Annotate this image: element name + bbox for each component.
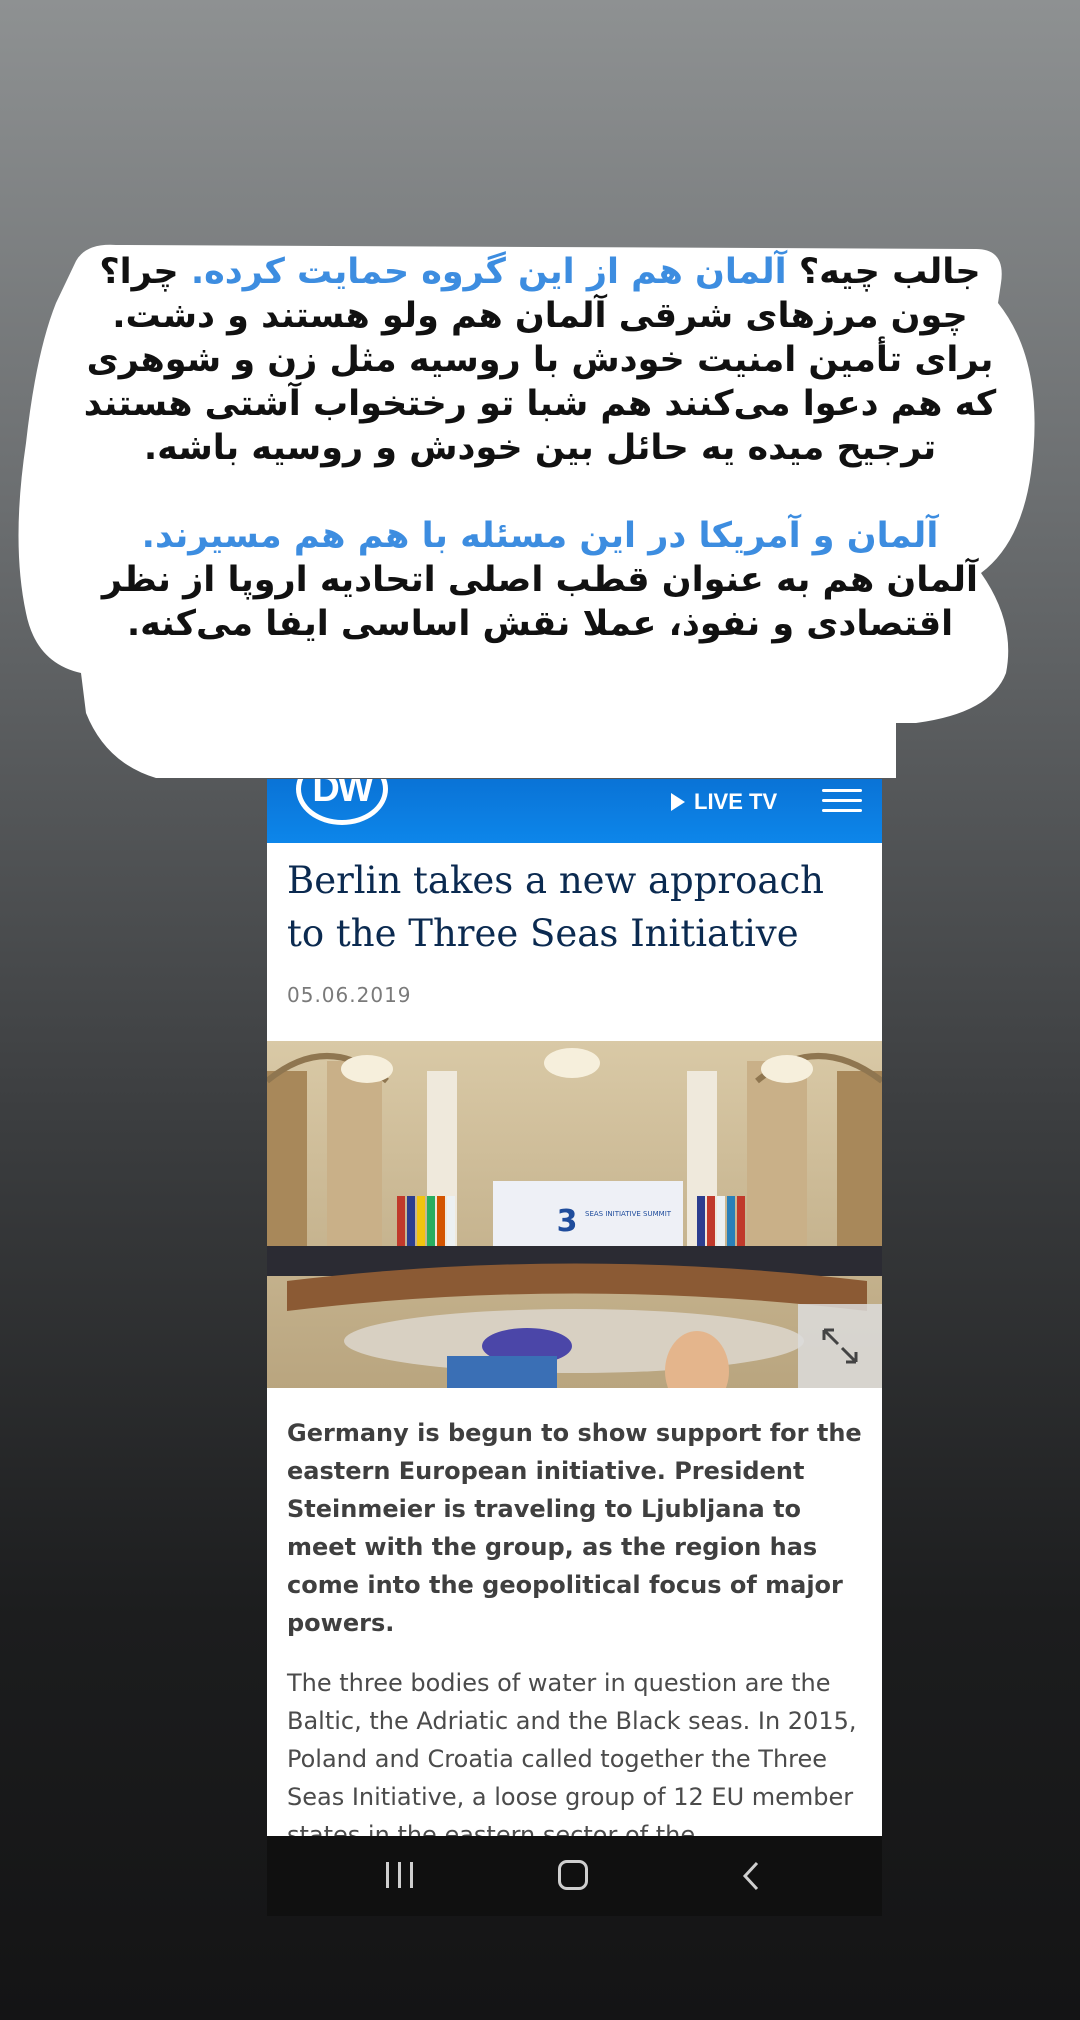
live-tv-button[interactable]: LIVE TV	[671, 787, 777, 817]
recents-icon[interactable]	[386, 1862, 418, 1888]
home-icon[interactable]	[558, 1860, 588, 1890]
hamburger-menu-icon[interactable]	[822, 789, 862, 815]
phone-screenshot: DW LIVE TV Berlin takes a new approach t…	[267, 779, 882, 1916]
story-caption: جالب چیه؟ آلمان هم از این گروه حمایت کرد…	[70, 250, 1010, 646]
caption-paragraph-1: جالب چیه؟ آلمان هم از این گروه حمایت کرد…	[70, 250, 1010, 470]
caption-p2-highlight: آلمان و آمریکا در این مسئله با هم هم مسی…	[141, 516, 939, 556]
banner-number: 3	[557, 1204, 578, 1239]
article-body: The three bodies of water in question ar…	[287, 1669, 857, 1849]
caption-p2-rest: آلمان هم به عنوان قطب اصلی اتحادیه اروپا…	[101, 560, 979, 644]
article-date: 05.06.2019	[287, 983, 412, 1007]
article-image[interactable]: 3 SEAS INITIATIVE SUMMIT	[267, 1041, 882, 1388]
article-title: Berlin takes a new approach to the Three…	[287, 859, 825, 955]
site-header: DW LIVE TV	[267, 779, 882, 843]
play-icon	[671, 793, 685, 811]
live-tv-label: LIVE TV	[694, 789, 778, 814]
dw-logo[interactable]: DW	[296, 779, 388, 825]
caption-p1-start: جالب چیه؟	[798, 252, 981, 292]
caption-paragraph-2: آلمان و آمریکا در این مسئله با هم هم مسی…	[70, 514, 1010, 646]
article-lead: Germany is begun to show support for the…	[287, 1419, 862, 1637]
caption-p1-highlight: آلمان هم از این گروه حمایت کرده.	[190, 252, 787, 292]
system-nav-bar	[267, 1836, 882, 1916]
expand-image-button[interactable]	[798, 1304, 882, 1388]
banner-text: SEAS INITIATIVE SUMMIT	[585, 1210, 672, 1218]
back-icon[interactable]	[739, 1859, 763, 1893]
expand-icon	[822, 1328, 858, 1364]
